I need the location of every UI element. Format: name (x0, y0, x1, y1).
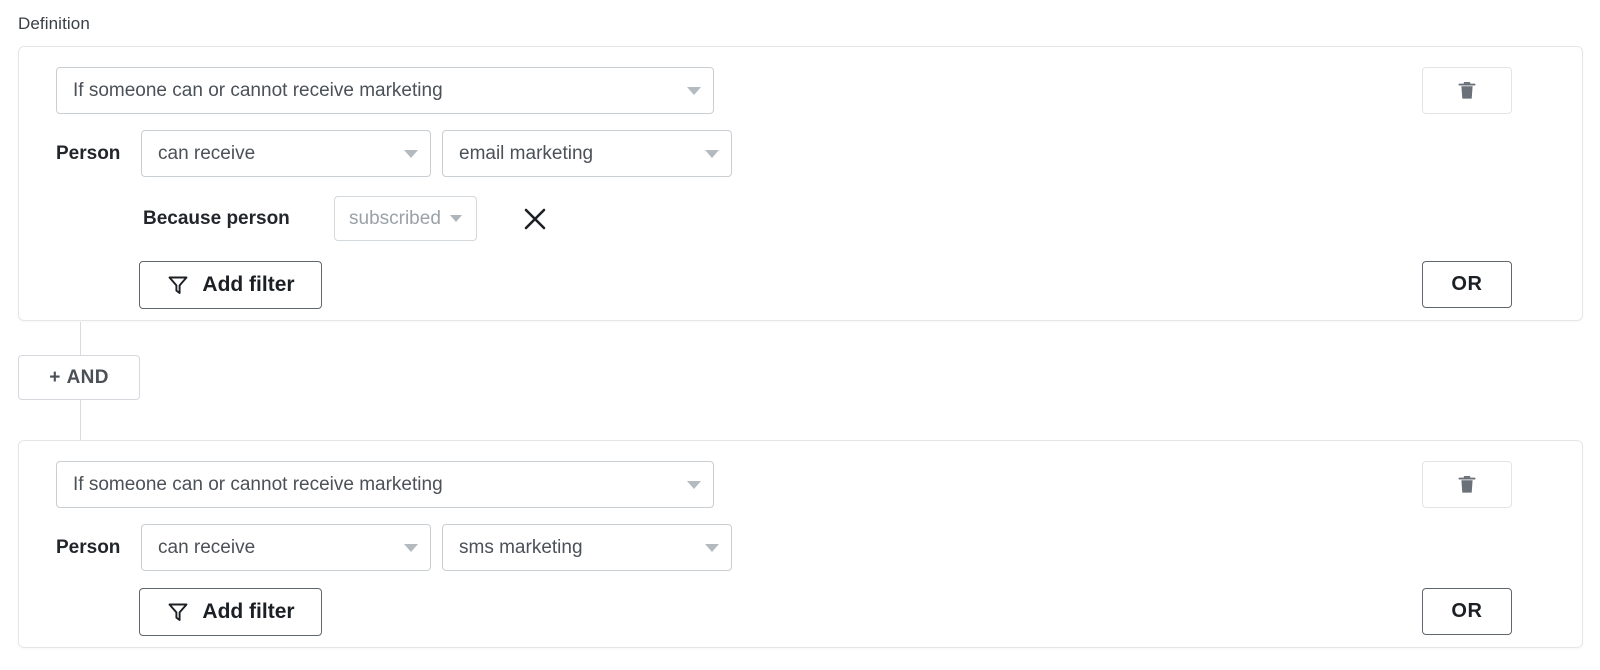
chevron-down-icon (404, 150, 418, 158)
chevron-down-icon (705, 150, 719, 158)
criteria-value-2: sms marketing (459, 537, 583, 559)
trash-icon (1457, 474, 1477, 496)
sub-filter-select-1[interactable]: subscribed (334, 196, 477, 241)
definition-builder: Definition If someone can or cannot rece… (0, 0, 1600, 670)
criteria-operator-value-2: can receive (158, 537, 255, 559)
criteria-value-select-2[interactable]: sms marketing (442, 524, 732, 571)
criteria-value-select-1[interactable]: email marketing (442, 130, 732, 177)
plus-icon: + (49, 367, 60, 389)
criteria-operator-select-2[interactable]: can receive (141, 524, 431, 571)
add-filter-button-1[interactable]: Add filter (139, 261, 322, 309)
remove-sub-filter-button-1[interactable] (518, 202, 552, 236)
funnel-icon (166, 273, 190, 297)
chevron-down-icon (450, 215, 462, 222)
page-title: Definition (18, 13, 90, 35)
condition-type-select-2[interactable]: If someone can or cannot receive marketi… (56, 461, 714, 508)
trash-icon (1457, 80, 1477, 102)
add-and-group-label: AND (67, 367, 109, 389)
sub-filter-label-1: Because person (143, 196, 290, 241)
criteria-label-1: Person (56, 130, 120, 177)
delete-group-button-2[interactable] (1422, 461, 1512, 508)
delete-group-button-1[interactable] (1422, 67, 1512, 114)
condition-type-select-value-2: If someone can or cannot receive marketi… (73, 474, 443, 496)
add-and-group-button[interactable]: + AND (18, 355, 140, 400)
chevron-down-icon (687, 87, 701, 95)
add-filter-label-1: Add filter (202, 273, 294, 297)
criteria-value-1: email marketing (459, 143, 593, 165)
condition-group-2: If someone can or cannot receive marketi… (18, 440, 1583, 648)
add-filter-button-2[interactable]: Add filter (139, 588, 322, 636)
chevron-down-icon (705, 544, 719, 552)
or-button-1[interactable]: OR (1422, 261, 1512, 308)
or-button-2[interactable]: OR (1422, 588, 1512, 635)
condition-type-select-value-1: If someone can or cannot receive marketi… (73, 80, 443, 102)
criteria-operator-value-1: can receive (158, 143, 255, 165)
criteria-label-2: Person (56, 524, 120, 571)
chevron-down-icon (404, 544, 418, 552)
sub-filter-value-1: subscribed (349, 208, 441, 230)
or-button-label-1: OR (1451, 273, 1482, 296)
chevron-down-icon (687, 481, 701, 489)
criteria-operator-select-1[interactable]: can receive (141, 130, 431, 177)
funnel-icon (166, 600, 190, 624)
or-button-label-2: OR (1451, 600, 1482, 623)
condition-type-select-1[interactable]: If someone can or cannot receive marketi… (56, 67, 714, 114)
add-filter-label-2: Add filter (202, 600, 294, 624)
close-icon (522, 206, 548, 232)
condition-group-1: If someone can or cannot receive marketi… (18, 46, 1583, 321)
